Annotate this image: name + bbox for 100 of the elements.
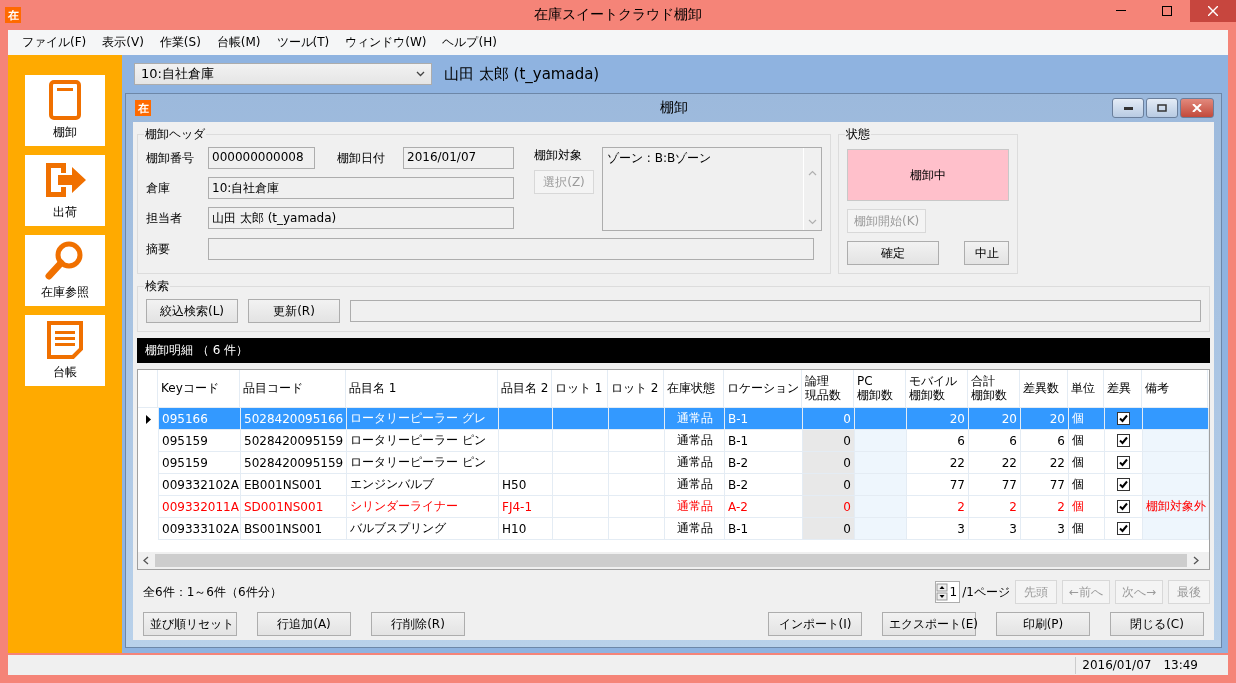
- button[interactable]: 確定: [847, 241, 939, 265]
- person-field[interactable]: 山田 太郎 (t_yamada): [208, 207, 514, 229]
- table-cell: シリンダーライナー: [347, 496, 499, 518]
- field-label: 摘要: [146, 240, 171, 258]
- button[interactable]: 絞込検索(L): [146, 299, 238, 323]
- menu-item[interactable]: ウィンドウ(W): [337, 34, 435, 51]
- table-row[interactable]: 009332102A EB001NS001 エンジンバルブ H50 通常品 B-2 0 77 77 77 個: [138, 474, 1209, 496]
- table-cell: 095159: [159, 452, 241, 474]
- table-cell: 通常品: [665, 430, 725, 452]
- table-cell: [499, 408, 553, 430]
- maximize-icon: [1162, 6, 1172, 16]
- table-cell: [553, 408, 609, 430]
- table-cell: 3: [1021, 518, 1069, 540]
- menu-item[interactable]: 台帳(M): [208, 34, 269, 51]
- table-cell: 通常品: [665, 518, 725, 540]
- table-cell: [609, 474, 665, 496]
- button[interactable]: 行追加(A): [257, 612, 351, 636]
- button[interactable]: 中止: [964, 241, 1009, 265]
- date-field[interactable]: 2016/01/07: [403, 147, 514, 169]
- table-row[interactable]: 009333102A BS001NS001 バルブスプリング H10 通常品 B-1 0 3 3 3 個: [138, 518, 1209, 540]
- table-cell: 6: [969, 430, 1021, 452]
- button[interactable]: 行削除(R): [371, 612, 465, 636]
- table-cell: 22: [1021, 452, 1069, 474]
- table-row[interactable]: 095159 5028420095159 ロータリーピーラー ピン 通常品 B-1 0 6 6 6 個: [138, 430, 1209, 452]
- checkbox[interactable]: [1117, 434, 1130, 447]
- sidebar-button[interactable]: 棚卸: [25, 75, 105, 146]
- table-cell: [499, 430, 553, 452]
- caret-icon: [416, 71, 425, 77]
- checkbox[interactable]: [1117, 500, 1130, 513]
- search-field[interactable]: [350, 300, 1201, 322]
- table-cell: 20: [969, 408, 1021, 430]
- target-field[interactable]: ゾーン : B:Bゾーン: [602, 147, 822, 231]
- warehouse-dropdown[interactable]: 10:自社倉庫: [134, 63, 432, 85]
- table-cell: [855, 452, 907, 474]
- checkbox[interactable]: [1117, 478, 1130, 491]
- table-cell: 6: [907, 430, 969, 452]
- table-cell: 22: [907, 452, 969, 474]
- table-cell: 20: [907, 408, 969, 430]
- table-cell: [855, 496, 907, 518]
- sidebar-button[interactable]: 出荷: [25, 155, 105, 226]
- sidebar-button[interactable]: 台帳: [25, 315, 105, 386]
- table-cell: [499, 452, 553, 474]
- checkbox[interactable]: [1117, 456, 1130, 469]
- table-cell: 22: [969, 452, 1021, 474]
- button[interactable]: 印刷(P): [996, 612, 1090, 636]
- page-spinner[interactable]: 1: [934, 581, 961, 603]
- checkbox[interactable]: [1117, 412, 1130, 425]
- button[interactable]: 更新(R): [248, 299, 340, 323]
- table-cell: 個: [1069, 452, 1105, 474]
- table-cell: 2: [1021, 496, 1069, 518]
- button[interactable]: エクスポート(E): [882, 612, 976, 636]
- menu-item[interactable]: 表示(V): [94, 34, 152, 51]
- table-cell: バルブスプリング: [347, 518, 499, 540]
- menu-item[interactable]: ファイル(F): [14, 34, 95, 51]
- table-cell: 0: [803, 496, 855, 518]
- table-cell: 0: [803, 474, 855, 496]
- table-cell: 通常品: [665, 408, 725, 430]
- checkbox[interactable]: [1117, 522, 1130, 535]
- table-cell: H10: [499, 518, 553, 540]
- menu-item[interactable]: ツール(T): [268, 34, 338, 51]
- table-cell: EB001NS001: [241, 474, 347, 496]
- table-cell: [1143, 474, 1209, 496]
- table-cell: ロータリーピーラー ピン: [347, 430, 499, 452]
- table-cell: [609, 496, 665, 518]
- search-icon: [45, 240, 85, 280]
- button[interactable]: インポート(I): [768, 612, 862, 636]
- summary-field[interactable]: [208, 238, 814, 260]
- warehouse-field[interactable]: 10:自社倉庫: [208, 177, 514, 199]
- horizontal-scrollbar[interactable]: [138, 552, 1209, 569]
- table-cell: [553, 518, 609, 540]
- maximize-button[interactable]: [1146, 98, 1178, 118]
- table-cell: ロータリーピーラー グレ: [347, 408, 499, 430]
- table-cell: [609, 430, 665, 452]
- table-cell: [609, 408, 665, 430]
- button[interactable]: 並び順リセット: [143, 612, 237, 636]
- menu-item[interactable]: 作業(S): [151, 34, 209, 51]
- app-logo: 在: [5, 7, 21, 23]
- table-cell: 095166: [159, 408, 241, 430]
- menu-item[interactable]: ヘルプ(H): [434, 34, 505, 51]
- app-logo: 在: [135, 100, 151, 116]
- field-label: 棚卸日付: [337, 149, 386, 167]
- sidebar-button[interactable]: 在庫参照: [25, 235, 105, 306]
- close-icon: [1208, 6, 1218, 16]
- table-title: 棚卸明細 （ 6 件）: [137, 338, 1210, 363]
- table-cell: [855, 408, 907, 430]
- table-cell: 0: [803, 518, 855, 540]
- corner-header: [138, 370, 158, 408]
- table-cell: BS001NS001: [241, 518, 347, 540]
- button[interactable]: 閉じる(C): [1110, 612, 1204, 636]
- table-cell: 5028420095159: [241, 430, 347, 452]
- user-name: 山田 太郎 (t_yamada): [444, 64, 600, 84]
- minimize-button[interactable]: [1112, 98, 1144, 118]
- field-label: 担当者: [146, 209, 183, 227]
- table-row[interactable]: 009332011A SD001NS001 シリンダーライナー FJ4-1 通常品 A-2 0 2 2 2 個 棚卸対象外: [138, 496, 1209, 518]
- record-summary: 全6件：1～6件（6件分）: [143, 583, 282, 601]
- table-cell: [553, 430, 609, 452]
- table-row[interactable]: 095159 5028420095159 ロータリーピーラー ピン 通常品 B-2 0 22 22 22 個: [138, 452, 1209, 474]
- close-button[interactable]: [1180, 98, 1214, 118]
- number-field[interactable]: 000000000008: [208, 147, 315, 169]
- table-cell: 2: [969, 496, 1021, 518]
